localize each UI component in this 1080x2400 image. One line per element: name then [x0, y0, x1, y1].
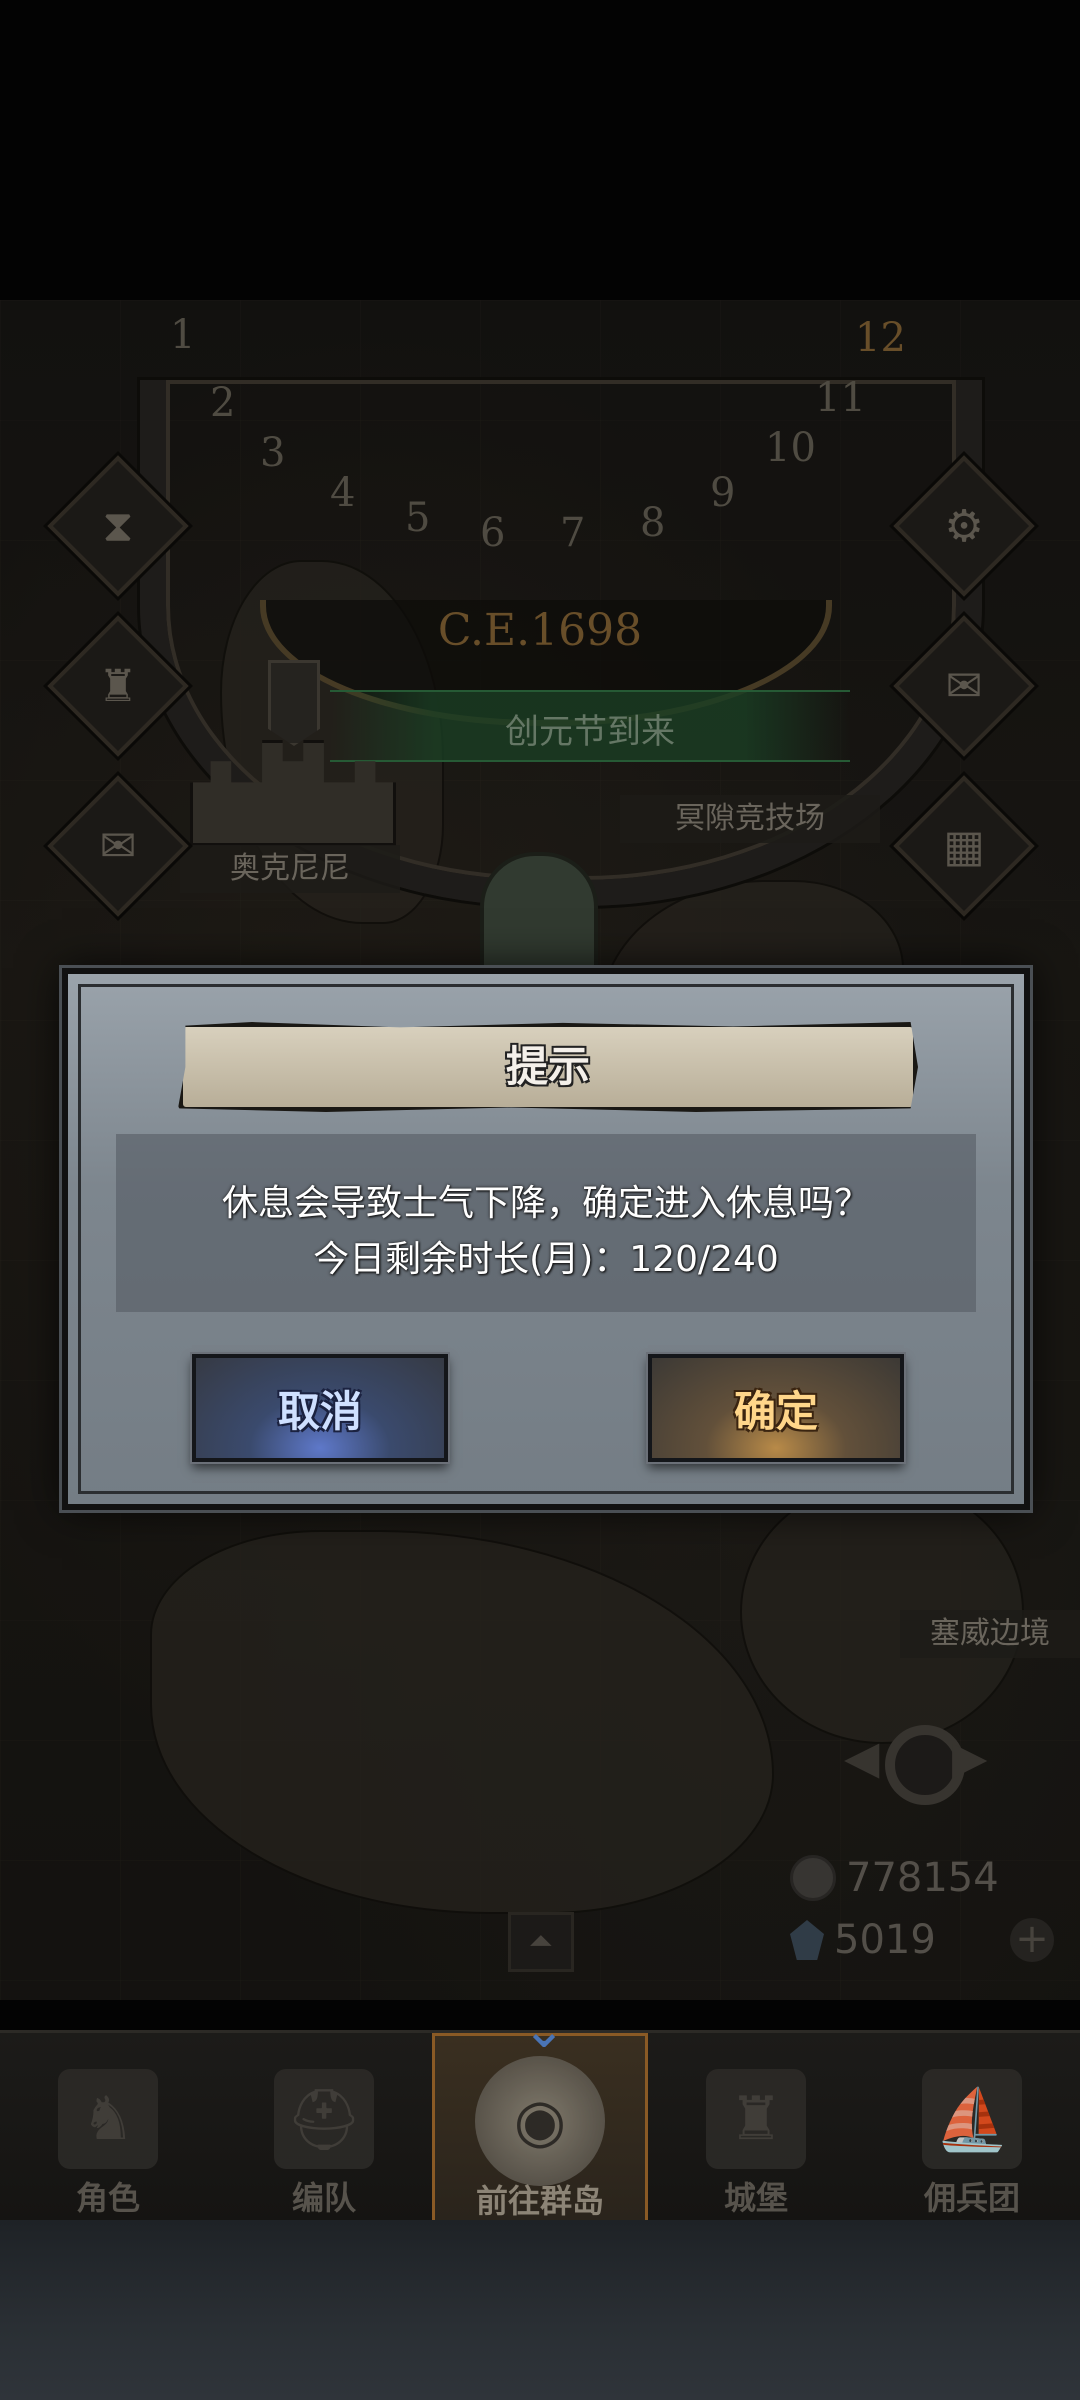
dialog-message-line2: 今日剩余时长(月)：120/240	[313, 1239, 779, 1280]
nav-label: 城堡	[723, 2179, 788, 2217]
globe-icon: ◉	[475, 2056, 605, 2186]
rest-confirm-dialog: 提示 休息会导致士气下降，确定进入休息吗？ 今日剩余时长(月)：120/240 …	[62, 968, 1030, 1510]
dialog-message-box: 休息会导致士气下降，确定进入休息吗？ 今日剩余时长(月)：120/240	[116, 1134, 976, 1312]
nav-label: 编队	[291, 2179, 356, 2217]
nav-item-formation[interactable]: ⛑ 编队	[216, 2033, 432, 2223]
nav-item-mercenary[interactable]: ⛵ 佣兵团	[864, 2033, 1080, 2223]
footer-strip	[0, 2220, 1080, 2400]
nav-item-islands[interactable]: ⌄ ◉ 前往群岛	[432, 2000, 648, 2223]
knight-icon: ♞	[58, 2069, 158, 2169]
ship-icon: ⛵	[922, 2069, 1022, 2169]
nav-label: 佣兵团	[923, 2179, 1020, 2217]
helmet-icon: ⛑	[274, 2069, 374, 2169]
dialog-title-bar: 提示	[178, 1022, 918, 1112]
chevron-down-icon: ⌄	[522, 2000, 566, 2060]
dialog-title: 提示	[505, 1042, 590, 1091]
nav-label: 角色	[75, 2179, 140, 2217]
cancel-button[interactable]: 取消	[192, 1354, 448, 1462]
nav-item-castle[interactable]: ♜ 城堡	[648, 2033, 864, 2223]
confirm-button[interactable]: 确定	[648, 1354, 904, 1462]
castle-icon: ♜	[706, 2069, 806, 2169]
nav-label: 前往群岛	[475, 2182, 604, 2220]
dialog-message-line1: 休息会导致士气下降，确定进入休息吗？	[221, 1183, 870, 1224]
bottom-nav: ♞ 角色 ⛑ 编队 ⌄ ◉ 前往群岛 ♜ 城堡 ⛵ 佣兵团	[0, 2000, 1080, 2223]
nav-item-character[interactable]: ♞ 角色	[0, 2033, 216, 2223]
